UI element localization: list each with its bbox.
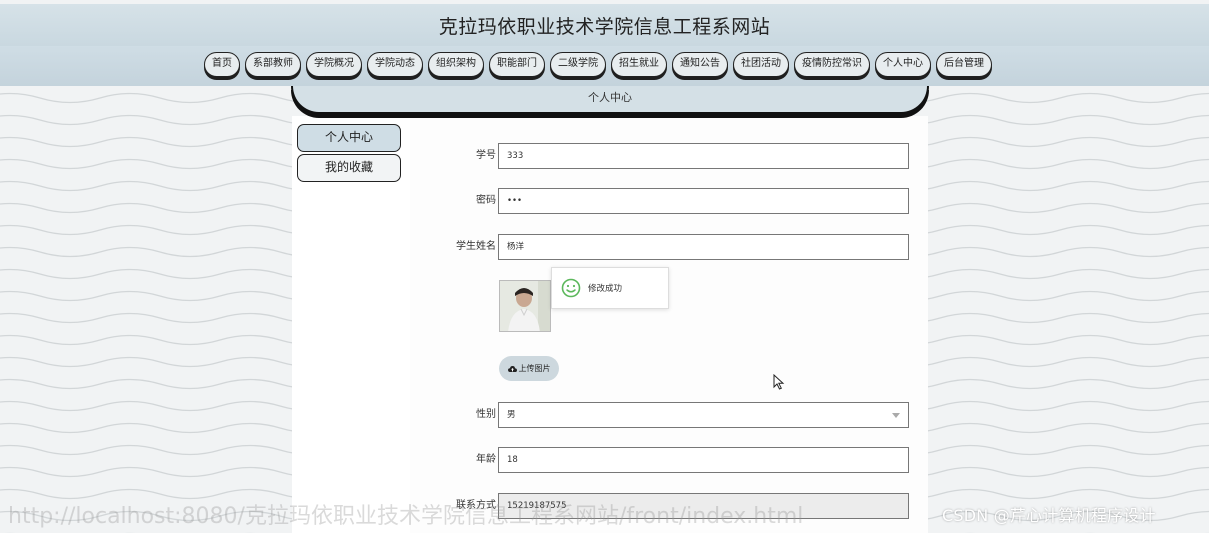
nav-item-notices[interactable]: 通知公告 — [672, 52, 728, 77]
profile-form: 学号 333 密码 ••• 学生姓名 杨洋 修改成功 上传图片 性别 男 年龄 … — [410, 116, 928, 533]
nav-item-college-overview[interactable]: 学院概况 — [306, 52, 362, 77]
password-field[interactable]: ••• — [498, 188, 909, 214]
nav-item-personal-center[interactable]: 个人中心 — [875, 52, 931, 77]
upload-button-label: 上传图片 — [518, 364, 551, 373]
row-student-name: 学生姓名 杨洋 — [410, 234, 928, 260]
cloud-upload-icon — [507, 365, 517, 372]
student-name-label: 学生姓名 — [456, 241, 496, 252]
site-title: 克拉玛依职业技术学院信息工程系网站 — [438, 15, 771, 38]
row-password: 密码 ••• — [410, 188, 928, 214]
csdn-watermark: CSDN @芹心计算机程序设计 — [942, 506, 1156, 525]
nav-item-home[interactable]: 首页 — [204, 52, 240, 77]
nav-list: 首页 系部教师 学院概况 学院动态 组织架构 职能部门 二级学院 招生就业 通知… — [204, 52, 992, 77]
top-nav: 首页 系部教师 学院概况 学院动态 组织架构 职能部门 二级学院 招生就业 通知… — [0, 46, 1209, 86]
success-toast: 修改成功 — [551, 267, 669, 309]
gender-select[interactable]: 男 — [498, 402, 909, 428]
row-gender: 性别 男 — [410, 402, 928, 428]
student-id-field[interactable]: 333 — [498, 143, 909, 169]
avatar-thumbnail[interactable] — [499, 280, 551, 332]
chevron-down-icon — [892, 413, 900, 418]
row-age: 年龄 18 — [410, 447, 928, 473]
nav-item-club-activities[interactable]: 社团活动 — [733, 52, 789, 77]
nav-item-epidemic-knowledge[interactable]: 疫情防控常识 — [794, 52, 870, 77]
student-name-field[interactable]: 杨洋 — [498, 234, 909, 260]
age-label: 年龄 — [476, 454, 496, 465]
sidebar: 个人中心 我的收藏 — [292, 116, 410, 533]
upload-image-button[interactable]: 上传图片 — [499, 356, 559, 381]
breadcrumb: 个人中心 — [291, 86, 929, 114]
nav-item-teachers[interactable]: 系部教师 — [245, 52, 301, 77]
nav-item-admin[interactable]: 后台管理 — [936, 52, 992, 77]
gender-selected-value: 男 — [507, 410, 516, 420]
avatar-person-image — [500, 281, 550, 331]
nav-item-secondary-colleges[interactable]: 二级学院 — [550, 52, 606, 77]
age-field[interactable]: 18 — [498, 447, 909, 473]
gender-label: 性别 — [476, 409, 496, 420]
toast-message: 修改成功 — [588, 284, 623, 294]
breadcrumb-label: 个人中心 — [588, 91, 632, 104]
site-header: 克拉玛依职业技术学院信息工程系网站 — [0, 4, 1209, 46]
nav-item-organization[interactable]: 组织架构 — [428, 52, 484, 77]
smile-icon — [561, 278, 581, 298]
faded-url-watermark: http://localhost:8080/克拉玛依职业技术学院信息工程系网站/… — [8, 504, 804, 529]
student-id-label: 学号 — [476, 150, 496, 161]
nav-item-departments[interactable]: 职能部门 — [489, 52, 545, 77]
nav-item-college-news[interactable]: 学院动态 — [367, 52, 423, 77]
password-label: 密码 — [476, 195, 496, 206]
sidebar-item-personal-center[interactable]: 个人中心 — [297, 124, 401, 152]
nav-item-admissions[interactable]: 招生就业 — [611, 52, 667, 77]
sidebar-item-favorites[interactable]: 我的收藏 — [297, 154, 401, 182]
row-student-id: 学号 333 — [410, 143, 928, 169]
mouse-cursor-icon — [773, 374, 785, 390]
